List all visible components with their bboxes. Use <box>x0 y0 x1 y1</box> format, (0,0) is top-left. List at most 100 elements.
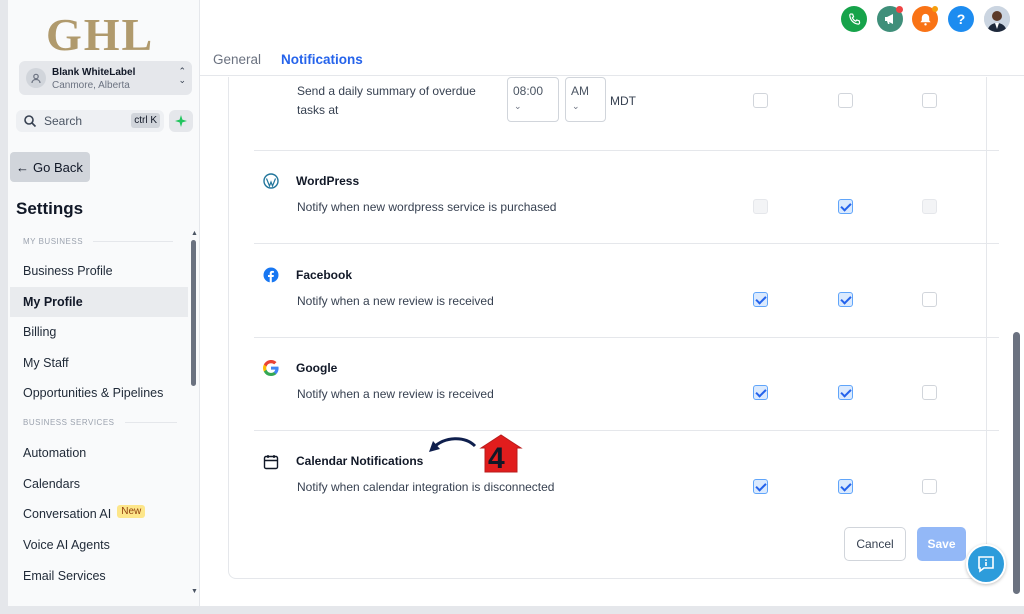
tab-general[interactable]: General <box>213 52 261 67</box>
google-checkbox-3[interactable] <box>922 385 937 400</box>
daily-summary-checkbox-2[interactable] <box>838 93 853 108</box>
sparkle-icon <box>175 115 187 127</box>
location-icon <box>31 73 41 84</box>
help-button[interactable]: ? <box>948 6 974 32</box>
user-photo-icon <box>984 6 1010 32</box>
announcements-button[interactable] <box>877 6 903 32</box>
row-divider <box>254 430 999 431</box>
wordpress-icon <box>263 173 279 189</box>
facebook-checkbox-2[interactable] <box>838 292 853 307</box>
new-badge: New <box>117 505 146 518</box>
notification-dot <box>932 6 938 12</box>
row-title: Facebook <box>296 268 353 282</box>
sidebar-item-automation[interactable]: Automation <box>10 438 188 468</box>
section-label-text: BUSINESS SERVICES <box>23 418 115 427</box>
account-location: Canmore, Alberta <box>52 80 130 91</box>
google-icon <box>263 360 279 376</box>
facebook-checkbox-3[interactable] <box>922 292 937 307</box>
phone-button[interactable] <box>841 6 867 32</box>
go-back-button[interactable]: ← Go Back <box>10 152 90 182</box>
daily-summary-checkbox-1[interactable] <box>753 93 768 108</box>
row-description: Notify when new wordpress service is pur… <box>297 200 557 214</box>
account-switcher[interactable]: Blank WhiteLabel Canmore, Alberta ⌃ ⌄ <box>19 61 192 95</box>
calendar-checkbox-2[interactable] <box>838 479 853 494</box>
sidebar-item-label: Conversation AI <box>23 507 112 521</box>
facebook-icon <box>263 267 279 283</box>
scroll-up-icon[interactable]: ▲ <box>191 230 198 237</box>
sidebar-item-voice-ai-agents[interactable]: Voice AI Agents <box>10 530 188 560</box>
notifications-panel: Send a daily summary of overdue tasks at… <box>228 77 999 579</box>
sidebar-item-conversation-ai[interactable]: Conversation AI New <box>10 499 188 529</box>
google-checkbox-2[interactable] <box>838 385 853 400</box>
sidebar-item-opportunities[interactable]: Opportunities & Pipelines <box>10 378 188 408</box>
notification-dot <box>896 6 903 13</box>
app-window: GHL Blank WhiteLabel Canmore, Alberta ⌃ ⌄… <box>0 0 1024 614</box>
facebook-checkbox-1[interactable] <box>753 292 768 307</box>
sidebar-scrollbar[interactable]: ▲ ▼ <box>191 230 198 602</box>
main-scroll-thumb[interactable] <box>1013 332 1020 594</box>
support-chat-button[interactable] <box>966 544 1006 584</box>
chat-info-icon <box>978 556 994 573</box>
brand-logo: GHL <box>46 9 155 60</box>
daily-summary-text: Send a daily summary of overdue tasks at <box>297 84 476 117</box>
row-description: Notify when a new review is received <box>297 387 494 401</box>
user-avatar[interactable] <box>984 6 1010 32</box>
calendar-icon <box>263 455 279 470</box>
time-select[interactable]: 08:00 ⌄ <box>507 77 559 122</box>
sidebar-item-billing[interactable]: Billing <box>10 317 188 347</box>
ampm-value: AM <box>571 84 589 98</box>
annotation-arrow-icon <box>429 434 523 473</box>
chevron-updown-icon: ⌃ ⌄ <box>178 66 186 85</box>
phone-icon <box>848 12 860 25</box>
megaphone-icon <box>885 14 893 24</box>
save-button[interactable]: Save <box>917 527 966 561</box>
calendar-checkbox-3[interactable] <box>922 479 937 494</box>
top-header: General Notifications ? <box>200 0 1024 76</box>
notifications-button[interactable] <box>912 6 938 32</box>
row-divider <box>254 150 999 151</box>
sidebar-item-business-profile[interactable]: Business Profile <box>10 256 188 286</box>
row-description: Notify when a new review is received <box>297 294 494 308</box>
search-shortcut: ctrl K <box>131 113 160 128</box>
calendar-checkbox-1[interactable] <box>753 479 768 494</box>
bell-icon <box>919 13 931 26</box>
tab-notifications[interactable]: Notifications <box>281 52 363 67</box>
sidebar-item-calendars[interactable]: Calendars <box>10 469 188 499</box>
sidebar-item-my-staff[interactable]: My Staff <box>10 348 188 378</box>
window-edge <box>0 0 8 614</box>
sidebar: GHL Blank WhiteLabel Canmore, Alberta ⌃ ⌄… <box>8 0 200 606</box>
search-label: Search <box>44 114 83 128</box>
ampm-select[interactable]: AM ⌄ <box>565 77 606 122</box>
cancel-button[interactable]: Cancel <box>844 527 906 561</box>
sidebar-item-my-profile[interactable]: My Profile <box>10 287 188 317</box>
go-back-label: Go Back <box>33 159 83 175</box>
row-divider <box>254 243 999 244</box>
annotation-step-number: 4 <box>488 442 505 475</box>
scroll-down-icon[interactable]: ▼ <box>191 588 198 595</box>
daily-summary-checkbox-3[interactable] <box>922 93 937 108</box>
wordpress-checkbox-1 <box>753 199 768 214</box>
sidebar-scroll-thumb[interactable] <box>191 240 196 386</box>
settings-title: Settings <box>16 199 84 218</box>
search-icon <box>24 115 37 128</box>
section-business-services: BUSINESS SERVICES <box>23 418 177 427</box>
quick-action-button[interactable] <box>169 110 193 132</box>
daily-summary-row: Send a daily summary of overdue tasks at… <box>229 77 988 151</box>
avatar <box>26 68 46 88</box>
row-divider <box>254 337 999 338</box>
arrow-left-icon: ← <box>16 159 29 175</box>
section-label-text: MY BUSINESS <box>23 237 84 246</box>
sidebar-item-email-services[interactable]: Email Services <box>10 561 188 591</box>
row-title: WordPress <box>296 174 360 188</box>
wordpress-checkbox-3 <box>922 199 937 214</box>
help-icon: ? <box>956 11 966 27</box>
chevron-down-icon: ⌄ <box>514 101 522 111</box>
google-checkbox-1[interactable] <box>753 385 768 400</box>
account-name: Blank WhiteLabel <box>52 67 136 78</box>
row-title: Calendar Notifications <box>296 454 424 468</box>
chevron-down-icon: ⌄ <box>572 101 580 111</box>
wordpress-checkbox-2[interactable] <box>838 199 853 214</box>
window-edge <box>0 606 1024 614</box>
timezone-label: MDT <box>610 94 636 108</box>
search-bar[interactable]: Search ctrl K <box>16 110 164 132</box>
